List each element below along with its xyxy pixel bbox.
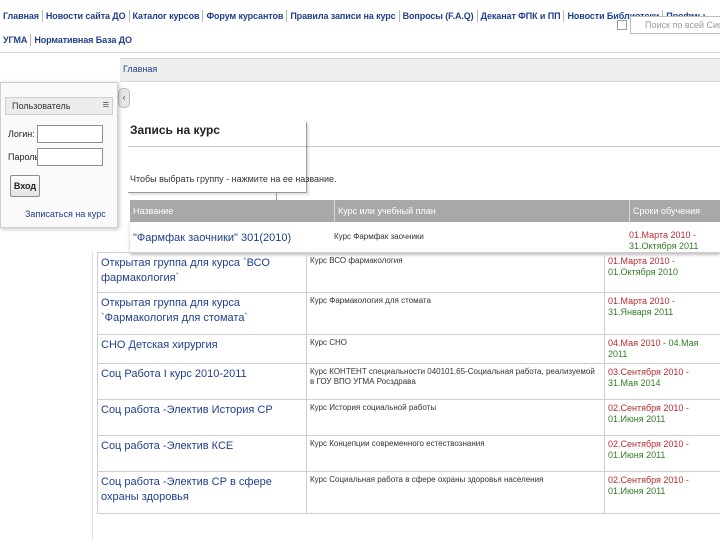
nav-link-dean-office[interactable]: Деканат ФПК и ПП xyxy=(478,11,564,21)
table-row: Соц работа -Электив История СР Курс Исто… xyxy=(97,399,720,436)
nav-link-site-news[interactable]: Новости сайта ДО xyxy=(43,11,129,21)
group-link[interactable]: Соц Работа I курс 2010-2011 xyxy=(97,363,307,400)
group-link[interactable]: Соц работа -Электив История СР xyxy=(97,399,307,436)
course-plan: Курс История социальной работы xyxy=(306,399,605,436)
nav-row-1: Главная Новости сайта ДО Каталог курсов … xyxy=(0,6,708,26)
signup-link[interactable]: Записаться на курс xyxy=(25,209,106,219)
course-dates: 01.Марта 2010 - 01.Октября 2010 xyxy=(604,252,720,293)
groups-table: Открытая группа для курса `ВСО фармаколо… xyxy=(97,252,720,514)
date-end: 01.Июня 2011 xyxy=(608,450,666,460)
date-end: 01.Октября 2010 xyxy=(608,267,679,277)
group-link[interactable]: Открытая группа для курса `ВСО фармаколо… xyxy=(97,252,307,293)
group-link[interactable]: Открытая группа для курса `Фармакология … xyxy=(97,292,307,335)
group-link[interactable]: "Фармфак заочники" 301(2010) xyxy=(133,232,291,244)
course-dates: 03.Сентября 2010 - 31.Мая 2014 xyxy=(604,363,720,400)
nav-link-forum[interactable]: Форум курсантов xyxy=(203,11,286,21)
group-link[interactable]: Соц работа -Электив КСЕ xyxy=(97,435,307,472)
date-start: 02.Сентября 2010 - xyxy=(608,439,689,449)
password-input[interactable] xyxy=(37,148,103,166)
column-header-name: Название xyxy=(133,206,174,216)
course-plan: Курс Фармакология для стомата xyxy=(306,292,605,335)
course-dates: 02.Сентября 2010 - 01.Июня 2011 xyxy=(604,471,720,514)
login-panel: Пользователь ≡ Логин: Пароль: Вход Запис… xyxy=(0,82,118,228)
nav-row-2: УГМА Нормативная База ДО xyxy=(0,30,135,50)
date-end: 31.Января 2011 xyxy=(608,307,674,317)
login-label: Логин: xyxy=(8,129,35,139)
column-header-dates: Сроки обучения xyxy=(629,200,720,222)
date-start: 01.Марта 2010 - xyxy=(629,230,696,240)
nav-link-normative-base[interactable]: Нормативная База ДО xyxy=(31,35,135,45)
course-dates: 04.Мая 2010 - 04.Мая 2011 xyxy=(604,334,720,364)
breadcrumb-home[interactable]: Главная xyxy=(123,64,157,74)
course-plan: Курс Социальная работа в сфере охраны зд… xyxy=(306,471,605,514)
nav-link-home[interactable]: Главная xyxy=(0,11,42,21)
date-start: 04.Мая 2010 xyxy=(608,338,661,348)
login-button[interactable]: Вход xyxy=(10,175,40,197)
date-start: 01.Марта 2010 - xyxy=(608,296,675,306)
date-end: 31.Октября 2011 xyxy=(629,241,699,251)
table-row-highlighted: "Фармфак заочники" 301(2010) Курс Фармфа… xyxy=(130,222,720,253)
course-dates: 02.Сентября 2010 - 01.Июня 2011 xyxy=(604,399,720,436)
course-plan: Курс СНО xyxy=(306,334,605,364)
table-row: Открытая группа для курса `Фармакология … xyxy=(97,292,720,335)
table-row: СНО Детская хирургия Курс СНО 04.Мая 201… xyxy=(97,334,720,364)
nav-link-ugma[interactable]: УГМА xyxy=(0,35,30,45)
date-end: 31.Мая 2014 xyxy=(608,378,661,388)
nav-link-faq[interactable]: Вопросы (F.A.Q) xyxy=(400,11,477,21)
nav-link-course-catalog[interactable]: Каталог курсов xyxy=(130,11,203,21)
search-scope-checkbox[interactable] xyxy=(617,20,627,30)
date-start: 02.Сентября 2010 - xyxy=(608,403,689,413)
table-row: Открытая группа для курса `ВСО фармаколо… xyxy=(97,252,720,293)
table-row: Соц работа -Электив СР в сфере охраны зд… xyxy=(97,471,720,514)
selection-hint: Чтобы выбрать группу - нажмите на ее наз… xyxy=(130,174,337,184)
course-plan: Курс Фармфак заочники xyxy=(334,232,424,241)
login-input[interactable] xyxy=(37,125,103,143)
course-dates: 02.Сентября 2010 - 01.Июня 2011 xyxy=(604,435,720,472)
table-header: Название Курс или учебный план Сроки обу… xyxy=(130,200,720,222)
table-row: Соц Работа I курс 2010-2011 Курс КОНТЕНТ… xyxy=(97,363,720,400)
group-link[interactable]: СНО Детская хирургия xyxy=(97,334,307,364)
course-dates: 01.Марта 2010 - 31.Октября 2011 xyxy=(629,230,698,252)
course-plan: Курс КОНТЕНТ специальности 040101.65-Соц… xyxy=(306,363,605,400)
sidebar-collapse-icon[interactable]: ‹ xyxy=(118,88,130,108)
login-panel-header: Пользователь ≡ xyxy=(5,97,113,115)
group-link[interactable]: Соц работа -Электив СР в сфере охраны зд… xyxy=(97,471,307,514)
date-start: 01.Марта 2010 - xyxy=(608,256,675,266)
nav-link-enrollment-rules[interactable]: Правила записи на курс xyxy=(287,11,398,21)
table-row: Соц работа -Электив КСЕ Курс Концепции с… xyxy=(97,435,720,472)
menu-icon[interactable]: ≡ xyxy=(103,99,109,111)
course-dates: 01.Марта 2010 - 31.Января 2011 xyxy=(604,292,720,335)
content-left-border xyxy=(92,252,93,540)
course-plan: Курс ВСО фармакология xyxy=(306,252,605,293)
date-end: 01.Июня 2011 xyxy=(608,414,666,424)
date-start: 03.Сентября 2010 - xyxy=(608,367,689,377)
search-input[interactable]: Поиск по всей Сист xyxy=(630,16,720,34)
date-start: 02.Сентября 2010 - xyxy=(608,475,689,485)
top-navigation: Главная Новости сайта ДО Каталог курсов … xyxy=(0,0,720,53)
course-plan: Курс Концепции современного естествознан… xyxy=(306,435,605,472)
login-panel-title: Пользователь xyxy=(12,101,71,111)
date-end: 01.Июня 2011 xyxy=(608,486,666,496)
column-header-plan: Курс или учебный план xyxy=(334,200,629,222)
breadcrumb-bar: Главная xyxy=(120,58,720,82)
